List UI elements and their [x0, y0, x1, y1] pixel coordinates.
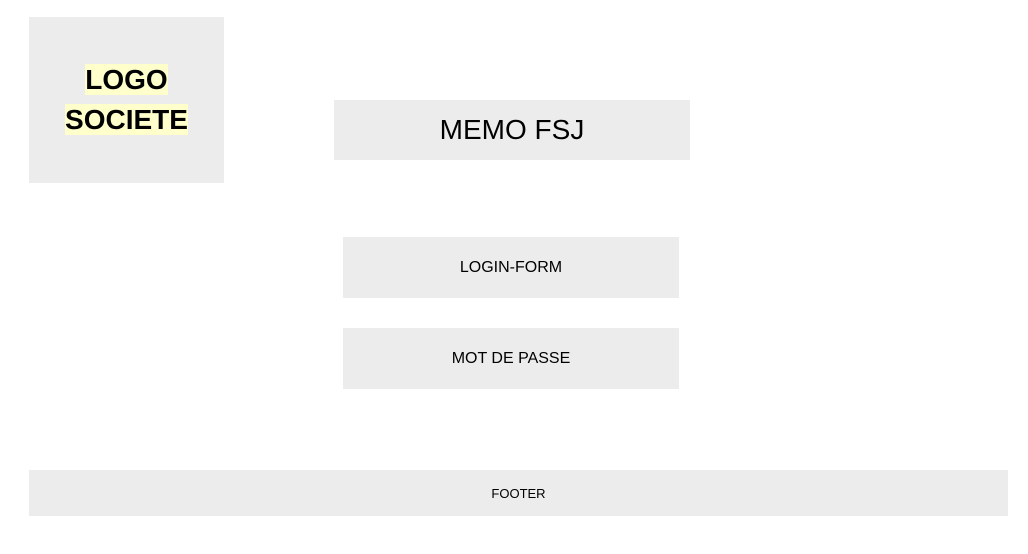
password-field[interactable]: MOT DE PASSE: [343, 328, 679, 389]
page-title: MEMO FSJ: [334, 100, 690, 160]
logo-line-1: LOGO: [85, 64, 168, 95]
footer: FOOTER: [29, 470, 1008, 516]
logo-text: LOGO SOCIETE: [65, 60, 188, 140]
company-logo: LOGO SOCIETE: [29, 17, 224, 183]
login-field[interactable]: LOGIN-FORM: [343, 237, 679, 298]
page: LOGO SOCIETE MEMO FSJ LOGIN-FORM MOT DE …: [0, 0, 1028, 554]
logo-line-2: SOCIETE: [65, 104, 188, 135]
